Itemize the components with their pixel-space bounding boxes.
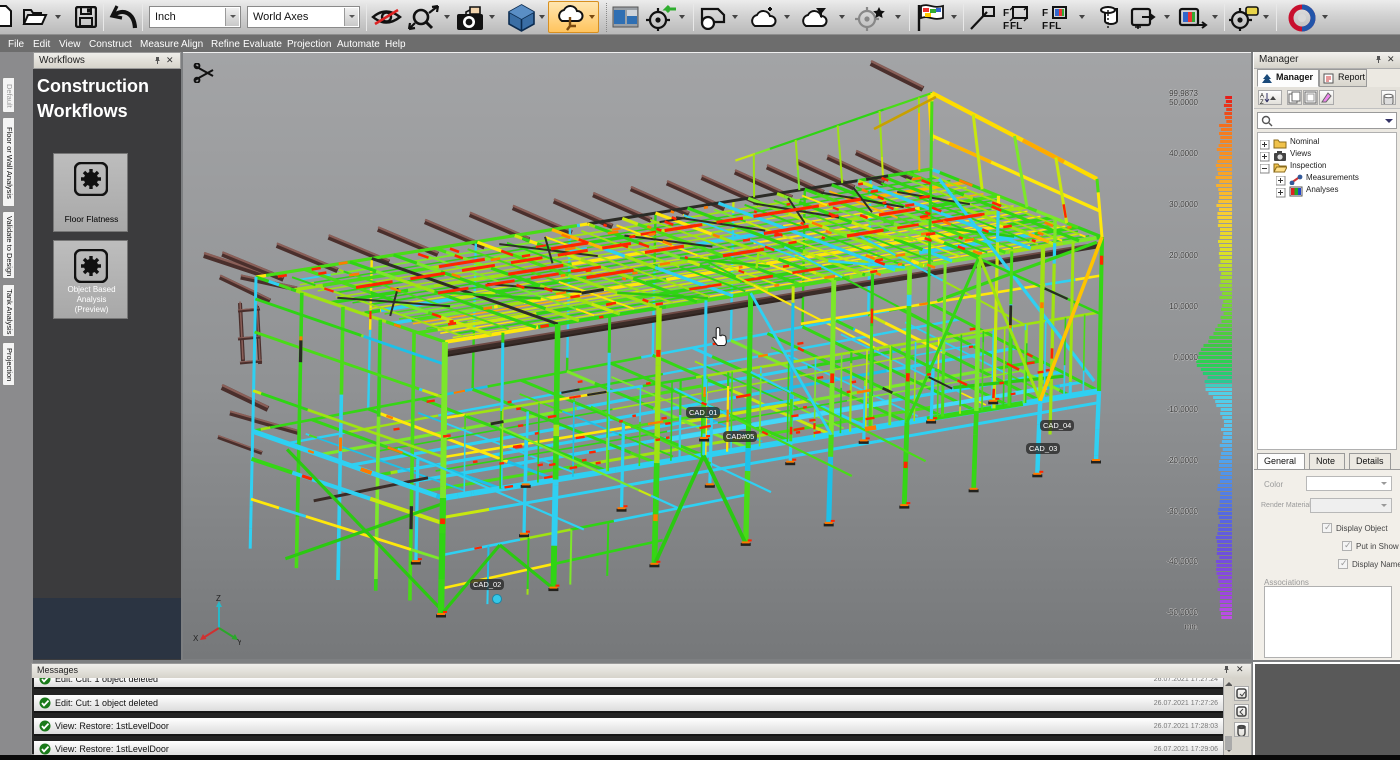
svg-text:Z: Z [216, 594, 221, 603]
svg-text:FL: FL [1049, 21, 1061, 31]
svg-text:F: F [1042, 21, 1048, 31]
svg-text:F: F [1003, 21, 1009, 31]
svg-text:F: F [1042, 8, 1048, 19]
svg-text:A: A [1260, 94, 1264, 100]
svg-text:Z: Z [1260, 100, 1264, 104]
svg-text:FL: FL [1010, 21, 1022, 31]
svg-text:Y: Y [237, 638, 241, 645]
svg-text:X: X [193, 634, 199, 643]
svg-text:F: F [1003, 8, 1009, 19]
